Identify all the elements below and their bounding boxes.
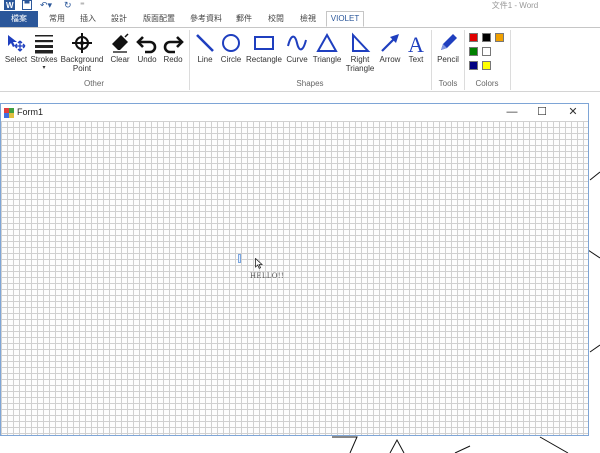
color-swatch-black[interactable] bbox=[482, 33, 491, 42]
form-title: Form1 bbox=[17, 107, 44, 117]
strokes-label: Strokes bbox=[30, 55, 58, 64]
right-triangle-button[interactable]: Right Triangle bbox=[344, 28, 376, 76]
word-logo-icon: W bbox=[4, 0, 15, 11]
select-icon bbox=[2, 32, 30, 54]
curve-icon bbox=[284, 32, 310, 54]
color-swatch-red[interactable] bbox=[469, 33, 478, 42]
undo-button[interactable]: Undo bbox=[134, 28, 160, 76]
tab-design[interactable]: 設計 bbox=[104, 11, 134, 27]
undo-arrow-icon bbox=[134, 32, 160, 54]
right-triangle-label-2: Triangle bbox=[345, 64, 375, 73]
background-point-label-2: Point bbox=[72, 64, 92, 73]
curve-label: Curve bbox=[286, 55, 308, 64]
background-point-label-1: Background bbox=[60, 55, 104, 64]
line-label: Line bbox=[197, 55, 213, 64]
select-label: Select bbox=[4, 55, 28, 64]
tab-home[interactable]: 常用 bbox=[42, 11, 72, 27]
save-icon[interactable] bbox=[22, 0, 32, 11]
eraser-icon bbox=[106, 32, 134, 54]
minimize-button[interactable]: — bbox=[497, 104, 527, 121]
tab-file[interactable]: 檔案 bbox=[0, 11, 38, 27]
circle-icon bbox=[218, 32, 244, 54]
pencil-button[interactable]: Pencil bbox=[434, 28, 462, 76]
triangle-button[interactable]: Triangle bbox=[310, 28, 344, 76]
tab-insert[interactable]: 插入 bbox=[74, 11, 102, 27]
circle-button[interactable]: Circle bbox=[218, 28, 244, 76]
line-button[interactable]: Line bbox=[192, 28, 218, 76]
arrow-label: Arrow bbox=[379, 55, 401, 64]
document-title: 文件1 - Word bbox=[491, 1, 539, 10]
background-point-button[interactable]: Background Point bbox=[58, 28, 106, 76]
text-label: Text bbox=[408, 55, 424, 64]
strokes-button[interactable]: Strokes ▾ bbox=[30, 28, 58, 76]
svg-text:A: A bbox=[408, 32, 424, 54]
color-swatch-navy[interactable] bbox=[469, 61, 478, 70]
pencil-label: Pencil bbox=[437, 55, 459, 64]
ribbon-bottom-border bbox=[0, 91, 600, 92]
canvas-text-hello: HELLO!! bbox=[250, 272, 284, 280]
right-triangle-icon bbox=[344, 32, 376, 54]
ribbon: Select Strokes ▾ Background Point Clear … bbox=[0, 28, 600, 92]
ribbon-tabs: 檔案 常用 插入 設計 版面配置 參考資料 郵件 校閱 檢視 VIOLET bbox=[0, 11, 600, 28]
tab-mailings[interactable]: 郵件 bbox=[230, 11, 258, 27]
tab-violet[interactable]: VIOLET bbox=[326, 11, 364, 27]
tab-layout[interactable]: 版面配置 bbox=[138, 11, 180, 27]
text-button[interactable]: A Text bbox=[404, 28, 428, 76]
color-swatch-white[interactable] bbox=[482, 47, 491, 56]
form-app-icon bbox=[4, 108, 14, 120]
form1-window: Form1 — ☐ ✕ HELLO!! bbox=[0, 103, 589, 436]
word-title-bar: W ↶▾ ↻ ⁼ 文件1 - Word bbox=[0, 0, 600, 11]
group-separator bbox=[464, 30, 465, 90]
tab-review[interactable]: 校閱 bbox=[262, 11, 290, 27]
tab-references[interactable]: 參考資料 bbox=[184, 11, 228, 27]
form-title-bar[interactable]: Form1 — ☐ ✕ bbox=[1, 104, 588, 121]
redo-icon[interactable]: ↻ bbox=[64, 0, 72, 11]
redo-button[interactable]: Redo bbox=[160, 28, 186, 76]
color-swatch-orange[interactable] bbox=[495, 33, 504, 42]
strokes-icon bbox=[30, 32, 58, 54]
maximize-button[interactable]: ☐ bbox=[527, 104, 557, 121]
circle-label: Circle bbox=[220, 55, 242, 64]
clear-label: Clear bbox=[110, 55, 130, 64]
mouse-pointer-icon bbox=[255, 257, 264, 271]
triangle-label: Triangle bbox=[312, 55, 342, 64]
tab-view[interactable]: 檢視 bbox=[294, 11, 322, 27]
text-insertion-box bbox=[238, 254, 241, 263]
group-separator bbox=[431, 30, 432, 90]
color-swatch-green[interactable] bbox=[469, 47, 478, 56]
redo-arrow-icon bbox=[160, 32, 186, 54]
strokes-dropdown-icon: ▾ bbox=[42, 65, 46, 71]
text-a-icon: A bbox=[404, 32, 428, 54]
group-label-tools: Tools bbox=[438, 79, 458, 88]
select-button[interactable]: Select bbox=[2, 28, 30, 76]
pencil-icon bbox=[434, 32, 462, 54]
arrow-icon bbox=[376, 32, 404, 54]
close-button[interactable]: ✕ bbox=[558, 104, 588, 121]
curve-button[interactable]: Curve bbox=[284, 28, 310, 76]
rectangle-label: Rectangle bbox=[245, 55, 283, 64]
drawing-canvas[interactable]: HELLO!! bbox=[1, 121, 588, 435]
crosshair-icon bbox=[58, 32, 106, 54]
redo-label: Redo bbox=[163, 55, 183, 64]
arrow-button[interactable]: Arrow bbox=[376, 28, 404, 76]
group-separator bbox=[189, 30, 190, 90]
svg-text:W: W bbox=[6, 1, 14, 10]
line-icon bbox=[192, 32, 218, 54]
rectangle-icon bbox=[244, 32, 284, 54]
group-separator bbox=[510, 30, 511, 90]
rectangle-button[interactable]: Rectangle bbox=[244, 28, 284, 76]
undo-label: Undo bbox=[137, 55, 157, 64]
triangle-icon bbox=[310, 32, 344, 54]
group-label-colors: Colors bbox=[475, 79, 499, 88]
undo-icon[interactable]: ↶▾ bbox=[40, 0, 52, 11]
color-swatch-yellow[interactable] bbox=[482, 61, 491, 70]
right-triangle-label-1: Right bbox=[350, 55, 370, 64]
group-label-shapes: Shapes bbox=[296, 79, 324, 88]
customize-quick-access-icon[interactable]: ⁼ bbox=[80, 0, 85, 11]
group-label-other: Other bbox=[83, 79, 104, 88]
clear-button[interactable]: Clear bbox=[106, 28, 134, 76]
